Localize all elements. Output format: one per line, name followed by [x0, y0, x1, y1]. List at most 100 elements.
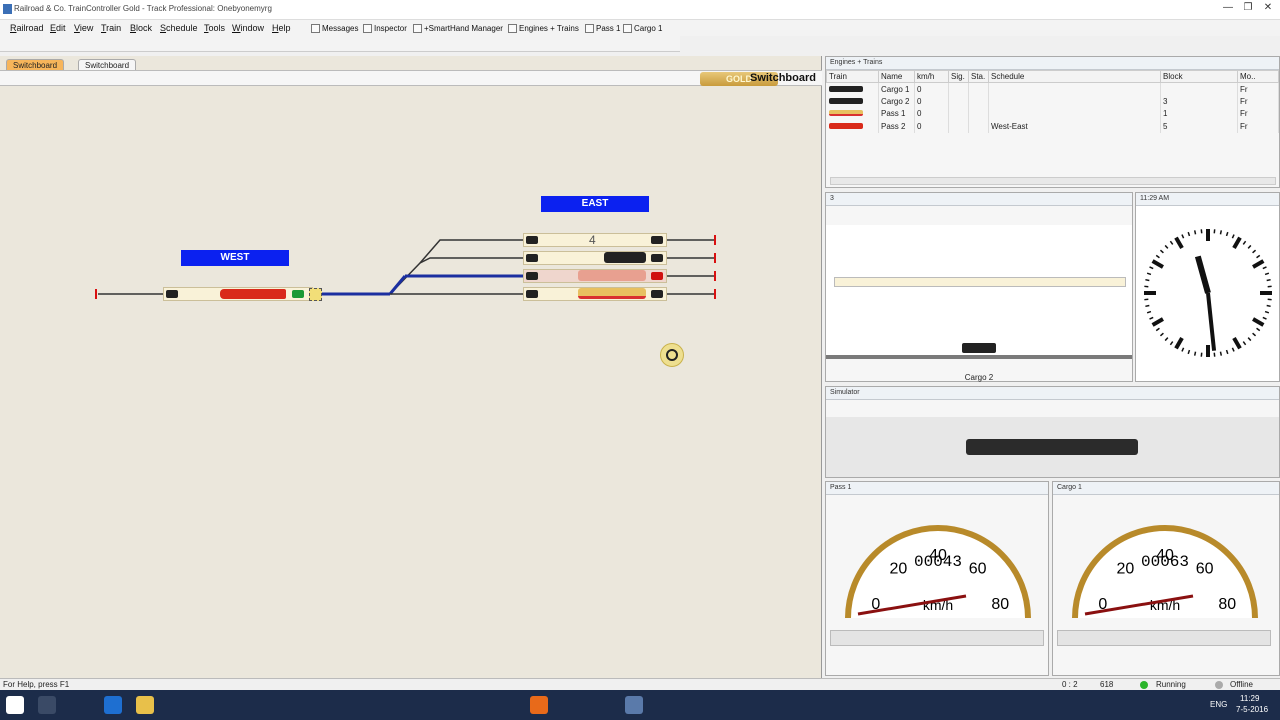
clock-tick	[1232, 337, 1242, 350]
menu-train[interactable]: Train	[97, 22, 125, 34]
block-train-label: Cargo 2	[964, 373, 994, 382]
firefox-icon[interactable]	[530, 696, 548, 714]
train-pass2-loco[interactable]	[220, 289, 286, 299]
clock-tick	[1231, 234, 1235, 239]
pass1-icon	[585, 23, 594, 33]
explorer-icon[interactable]	[136, 696, 154, 714]
turnout-blue[interactable]	[388, 275, 407, 295]
signal-e4-right-icon[interactable]	[651, 236, 663, 244]
traincontroller-icon[interactable]	[625, 696, 643, 714]
clock-title: 11:29 AM	[1140, 195, 1170, 202]
windows-start-icon[interactable]	[6, 696, 24, 714]
menu-block[interactable]: Block	[126, 22, 156, 34]
signal-e1-left-icon[interactable]	[526, 290, 538, 298]
col-block[interactable]: Block	[1160, 70, 1238, 83]
clock-tick	[1145, 278, 1150, 282]
close-button[interactable]: ✕	[1258, 2, 1278, 16]
gauge-tick-label: 60	[1196, 561, 1214, 578]
track-east-1[interactable]	[389, 239, 525, 295]
edge-icon[interactable]	[104, 696, 122, 714]
signal-e4-left-icon[interactable]	[526, 236, 538, 244]
menu-edit[interactable]: Edit	[46, 22, 70, 34]
contact-marker-icon[interactable]	[309, 288, 322, 301]
signal-west-right-icon[interactable]	[292, 290, 304, 298]
clock-tick	[1146, 310, 1152, 314]
gauge-tick-label: 60	[969, 561, 987, 578]
pass1-label: Pass 1	[596, 23, 621, 33]
simulator-header: Simulator	[826, 387, 1279, 400]
trains-panel: Engines + Trains Train Name km/h Sig. St…	[825, 56, 1280, 188]
no-entry-cursor-icon	[666, 349, 678, 361]
minimize-button[interactable]: —	[1218, 2, 1238, 16]
signal-e2-left-icon[interactable]	[526, 272, 538, 280]
block-track[interactable]	[834, 277, 1126, 287]
running-indicator-icon	[1140, 681, 1148, 689]
menu-tools[interactable]: Tools	[200, 22, 229, 34]
block-panel: 3 Cargo 2	[825, 192, 1133, 382]
col-train[interactable]: Train	[826, 70, 879, 83]
table-row[interactable]: Pass 1 0 1 Fr	[826, 107, 1279, 120]
clock-panel: 11:29 AM	[1135, 192, 1280, 382]
block-number: 4	[589, 233, 596, 247]
train-cargo2-loco[interactable]	[604, 252, 646, 263]
clock-tick	[1145, 304, 1150, 308]
train-pass1-loco[interactable]	[578, 288, 646, 299]
menu-view[interactable]: View	[70, 22, 97, 34]
train-schedule: West-East	[988, 120, 1161, 133]
signal-e3-left-icon[interactable]	[526, 254, 538, 262]
track-east-2[interactable]	[419, 257, 525, 264]
train-thumb	[826, 120, 879, 133]
menu-help[interactable]: Help	[268, 22, 295, 34]
trains-table-header: Train Name km/h Sig. Sta. Schedule Block…	[826, 70, 1279, 83]
col-mode[interactable]: Mo..	[1237, 70, 1279, 83]
menu-railroad[interactable]: Railroad	[6, 22, 48, 34]
clock-hour-hand	[1194, 255, 1211, 294]
signal-e3-right-icon[interactable]	[651, 254, 663, 262]
menu-schedule[interactable]: Schedule	[156, 22, 202, 34]
status-coords: 0 : 2	[1062, 680, 1078, 689]
train-schedule	[988, 107, 1161, 120]
pass1-button[interactable]: Pass 1	[582, 22, 623, 34]
col-schedule[interactable]: Schedule	[988, 70, 1161, 83]
clock-tick	[1181, 347, 1185, 352]
engines-trains-button[interactable]: Engines + Trains	[505, 22, 582, 34]
block-view	[826, 225, 1132, 355]
clock-tick	[1159, 249, 1164, 254]
train-cargo1-ghost[interactable]	[578, 270, 646, 281]
menu-window[interactable]: Window	[228, 22, 268, 34]
trains-scrollbar[interactable]	[830, 177, 1276, 185]
search-icon[interactable]	[38, 696, 56, 714]
cargo1-button[interactable]: Cargo 1	[620, 22, 665, 34]
col-speed[interactable]: km/h	[914, 70, 949, 83]
status-help: For Help, press F1	[3, 680, 70, 689]
clock-tick	[1159, 332, 1164, 337]
col-name[interactable]: Name	[878, 70, 915, 83]
col-signal[interactable]: Sig.	[948, 70, 969, 83]
col-status[interactable]: Sta.	[968, 70, 989, 83]
block-train-cargo2[interactable]	[962, 343, 996, 353]
clock-minute-hand	[1206, 292, 1217, 351]
inspector-button[interactable]: Inspector	[360, 22, 410, 34]
throttle-slider-pass1[interactable]	[830, 630, 1044, 646]
smarthand-button[interactable]: +SmartHand Manager	[410, 22, 506, 34]
block-panel-title: 3	[830, 195, 834, 202]
clock-tick	[1169, 240, 1174, 245]
train-name: Cargo 2	[878, 95, 915, 108]
clock-tick	[1256, 254, 1261, 259]
messages-button[interactable]: Messages	[308, 22, 361, 34]
throttle-slider-cargo1[interactable]	[1057, 630, 1271, 646]
train-speed: 0	[914, 95, 949, 108]
status-running: Running	[1156, 680, 1186, 689]
train-speed: 0	[914, 120, 949, 133]
table-row[interactable]: Pass 2 0 West-East 5 Fr	[826, 120, 1279, 133]
title-bar: Railroad & Co. TrainController Gold - Tr…	[0, 0, 1280, 20]
engines-trains-label: Engines + Trains	[519, 23, 579, 33]
table-row[interactable]: Cargo 1 0 Fr	[826, 82, 1279, 95]
clock-tick	[1155, 327, 1160, 332]
signal-e2-right-icon[interactable]	[651, 272, 663, 280]
signal-e1-right-icon[interactable]	[651, 290, 663, 298]
maximize-button[interactable]: ❐	[1238, 2, 1258, 16]
track-diagram	[95, 235, 716, 299]
signal-west-left-icon[interactable]	[166, 290, 178, 298]
table-row[interactable]: Cargo 2 0 3 Fr	[826, 95, 1279, 108]
